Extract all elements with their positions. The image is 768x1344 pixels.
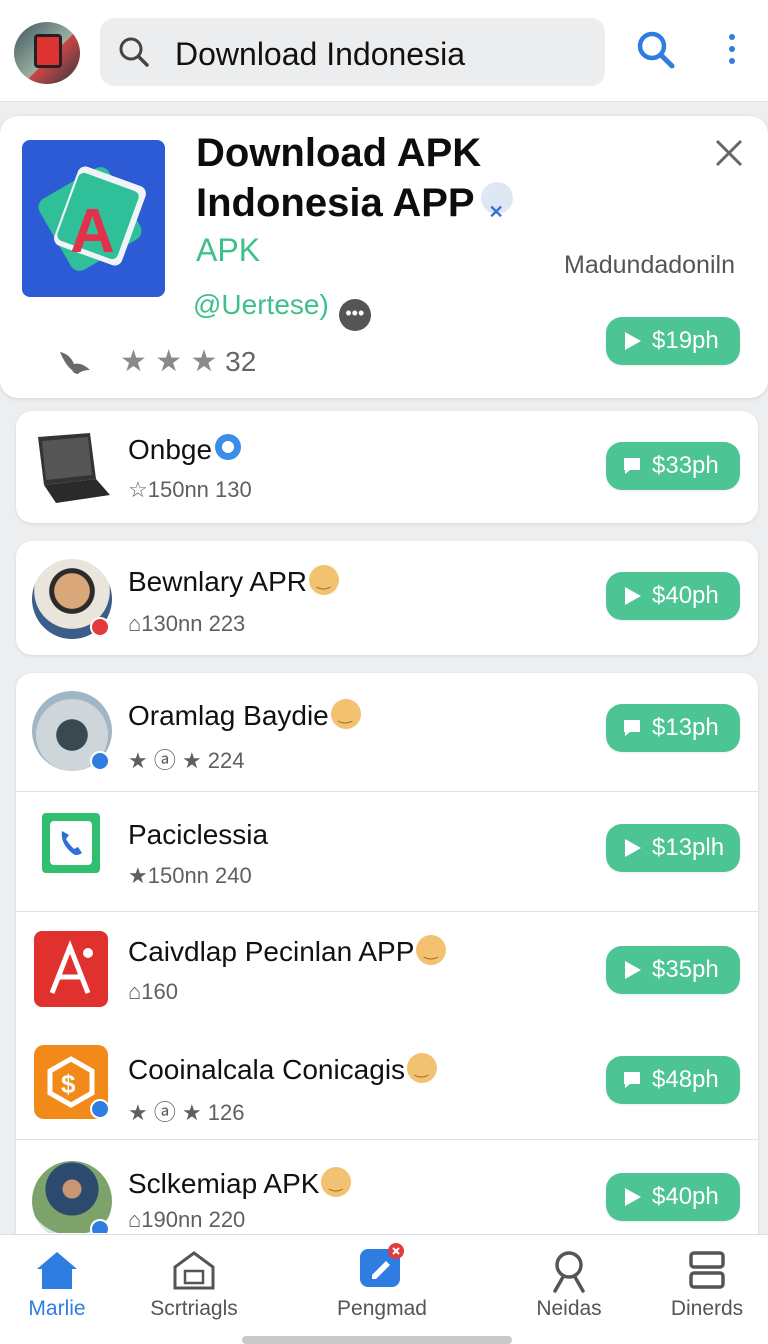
app-meta: ⌂160 (128, 979, 179, 1004)
featured-type: APK (196, 232, 261, 268)
verified-icon (480, 182, 513, 237)
list-item[interactable]: Oramlag Baydie ★ ⓐ ★ 224 $13ph (16, 673, 758, 791)
app-name: Oramlag Baydie (128, 699, 361, 732)
emoji-icon (321, 1167, 352, 1197)
more-options-icon[interactable]: ••• (338, 299, 371, 331)
star-icon: ★ (128, 863, 148, 888)
store-icon (173, 1251, 215, 1290)
bag-icon: ⌂ (128, 1207, 142, 1232)
more-menu-icon[interactable] (722, 34, 742, 70)
featured-developer: Madundadoniln (564, 251, 735, 279)
featured-title: Download APK Indonesia APP (196, 128, 513, 237)
verified-badge-icon (90, 1099, 110, 1119)
app-meta: ⌂130nn 223 (128, 611, 246, 636)
play-icon (625, 587, 641, 605)
price-button[interactable]: $33ph (606, 442, 740, 490)
app-meta: ★ ⓐ ★ 224 (128, 748, 245, 773)
list-item[interactable]: Paciclessia ★150nn 240 $13plh (16, 793, 758, 911)
app-name: Paciclessia (128, 819, 269, 850)
verified-badge-icon (90, 1219, 110, 1233)
featured-handle: @Uertese) ••• (193, 289, 371, 331)
star-icon: ★ ⓐ ★ (128, 748, 208, 773)
nav-person[interactable]: Neidas (504, 1235, 634, 1344)
app-name: Onbge (128, 431, 244, 466)
list-item[interactable]: Onbge ☆150nn 130 $33ph (16, 411, 758, 523)
emoji-icon (330, 699, 361, 729)
app-name: Cooinalcala Conicagis (128, 1053, 438, 1086)
status-badge (90, 617, 110, 637)
search-icon (119, 37, 149, 67)
verified-badge-icon (90, 751, 110, 771)
app-meta: ☆150nn 130 (128, 477, 252, 502)
app-meta: ⌂190nn 220 (128, 1207, 246, 1232)
home-icon (37, 1252, 77, 1289)
edit-icon (360, 1243, 404, 1287)
app-icon-star-a (34, 931, 108, 1007)
close-icon[interactable] (712, 136, 746, 170)
chat-icon (624, 1072, 640, 1088)
price-button[interactable]: $13plh (606, 824, 740, 872)
person-icon (553, 1251, 585, 1293)
price-button[interactable]: $13ph (606, 704, 740, 752)
play-icon (625, 1188, 641, 1206)
app-icon-laptop (32, 427, 112, 507)
app-name: Caivdlap Pecinlan APP (128, 935, 447, 968)
bag-icon: ⌂ (128, 979, 142, 1004)
nav-edit[interactable]: Pengmad (317, 1235, 447, 1344)
play-icon (625, 332, 641, 350)
list-icon (689, 1251, 725, 1289)
emoji-icon (407, 1053, 438, 1083)
profile-avatar[interactable] (14, 22, 80, 84)
nav-store[interactable]: Scrtriagls (129, 1235, 259, 1344)
featured-rating: ★ ★ ★ 32 (120, 345, 257, 378)
emoji-icon (308, 565, 339, 595)
play-icon (625, 961, 641, 979)
featured-app-icon: A (22, 140, 165, 297)
svg-text:A: A (70, 197, 115, 266)
bottom-nav: Marlie Scrtriagls Pengmad Neidas Dinerds (0, 1234, 768, 1344)
list-item[interactable]: $ Cooinalcala Conicagis ★ ⓐ ★ 126 $48ph (16, 1027, 758, 1139)
bird-icon (60, 352, 90, 374)
search-query: Download Indonesia (175, 36, 465, 72)
app-icon-phone (42, 813, 100, 873)
chat-icon (624, 458, 640, 474)
price-button[interactable]: $40ph (606, 572, 740, 620)
emoji-icon (416, 935, 447, 965)
play-icon (625, 839, 641, 857)
nav-list[interactable]: Dinerds (642, 1235, 768, 1344)
svg-text:$: $ (61, 1069, 76, 1099)
app-name: Sclkemiap APK (128, 1167, 352, 1200)
price-button[interactable]: $35ph (606, 946, 740, 994)
list-item[interactable]: Sclkemiap APK ⌂190nn 220 $40ph (16, 1141, 758, 1233)
price-button[interactable]: $48ph (606, 1056, 740, 1104)
app-name: Bewnlary APR (128, 565, 339, 598)
top-bar: Download Indonesia (0, 0, 768, 102)
search-button-icon[interactable] (636, 30, 676, 70)
list-item[interactable]: Bewnlary APR ⌂130nn 223 $40ph (16, 541, 758, 655)
home-indicator (242, 1336, 512, 1344)
price-button[interactable]: $40ph (606, 1173, 740, 1221)
search-input[interactable]: Download Indonesia (100, 18, 605, 86)
verified-badge-icon (215, 434, 242, 460)
list-item[interactable]: Caivdlap Pecinlan APP ⌂160 $35ph (16, 913, 758, 1027)
star-icon: ★ ⓐ ★ (128, 1100, 208, 1125)
nav-home[interactable]: Marlie (0, 1235, 122, 1344)
chat-icon (624, 720, 640, 736)
star-outline-icon: ☆ (128, 477, 148, 502)
app-meta: ★150nn 240 (128, 863, 252, 888)
featured-app-card[interactable]: A Download APK Indonesia APP APK Madunda… (0, 116, 768, 398)
star-icon: ★ ★ ★ (120, 345, 218, 378)
featured-price-button[interactable]: $19ph (606, 317, 740, 365)
app-meta: ★ ⓐ ★ 126 (128, 1100, 245, 1125)
bag-icon: ⌂ (128, 611, 142, 636)
